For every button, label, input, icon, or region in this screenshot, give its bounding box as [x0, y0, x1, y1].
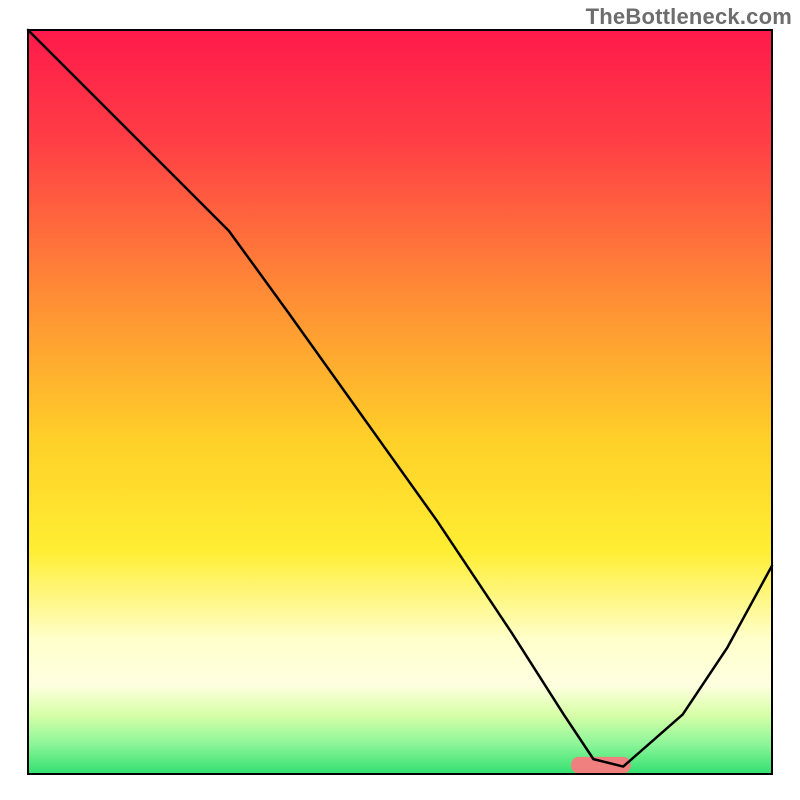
watermark-text: TheBottleneck.com: [586, 4, 792, 30]
bottleneck-chart: [0, 0, 800, 800]
chart-container: TheBottleneck.com: [0, 0, 800, 800]
